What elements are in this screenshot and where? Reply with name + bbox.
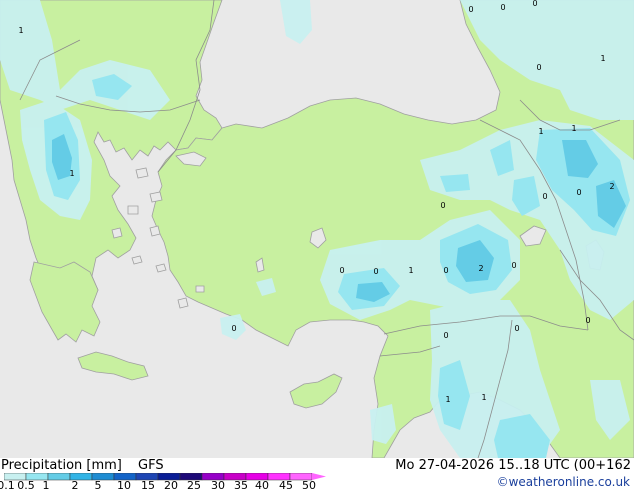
map-label: 0 <box>585 316 590 325</box>
map-label: 0 <box>373 267 378 276</box>
scale-tick-label: 40 <box>255 479 269 492</box>
scale-segment <box>47 473 71 481</box>
scale-tick-label: 0.1 <box>0 479 15 492</box>
valid-time: Mo 27-04-2026 15..18 UTC (00+162 <box>395 458 631 473</box>
map-label: 0 <box>532 0 537 8</box>
map-label: 0 <box>231 324 236 333</box>
scale-tick-label: 25 <box>187 479 201 492</box>
scale-tick-label: 2 <box>71 479 79 492</box>
map-label: 1 <box>445 395 450 404</box>
map-label: 2 <box>609 182 614 191</box>
credit-link[interactable]: ©weatheronline.co.uk <box>497 475 630 489</box>
map-label: 0 <box>339 266 344 275</box>
map-label: 1 <box>69 169 74 178</box>
scale-tick-label: 45 <box>279 479 293 492</box>
map-label: 1 <box>408 266 413 275</box>
scale-tick-label: 50 <box>302 479 316 492</box>
map-label: 1 <box>571 124 576 133</box>
map-label: 0 <box>440 201 445 210</box>
map-label: 0 <box>536 63 541 72</box>
map-label: 0 <box>576 188 581 197</box>
map-label: 0 <box>514 324 519 333</box>
map-label: 2 <box>478 264 483 273</box>
map-label: 0 <box>500 3 505 12</box>
scale-tick-label: 35 <box>234 479 248 492</box>
map-label: 1 <box>18 26 23 35</box>
footer-bar: Precipitation [mm] GFS Mo 27-04-2026 15.… <box>0 458 634 492</box>
map-label: 1 <box>481 393 486 402</box>
map-canvas: 1 1 0 0 0 1 0 1 1 0 2 0 0 0 1 0 2 0 0 0 … <box>0 0 634 459</box>
scale-tick-label: 0.5 <box>17 479 35 492</box>
precipitation-map: 1 1 0 0 0 1 0 1 1 0 2 0 0 0 1 0 2 0 0 0 … <box>0 0 634 459</box>
scale-tick-label: 10 <box>117 479 131 492</box>
color-scale-ticks: 0.1 0.5 1 2 5 10 15 20 25 30 35 40 45 50 <box>0 480 330 492</box>
scale-tick-label: 1 <box>42 479 50 492</box>
chart-title: Precipitation [mm] <box>1 458 122 473</box>
map-label: 1 <box>538 127 543 136</box>
map-label: 0 <box>511 261 516 270</box>
map-label: 0 <box>443 266 448 275</box>
map-label: 0 <box>542 192 547 201</box>
model-name: GFS <box>138 458 164 473</box>
scale-tick-label: 20 <box>164 479 178 492</box>
map-label: 0 <box>443 331 448 340</box>
scale-tick-label: 15 <box>141 479 155 492</box>
scale-tick-label: 5 <box>94 479 102 492</box>
map-label: 1 <box>600 54 605 63</box>
map-label: 0 <box>468 5 473 14</box>
scale-tick-label: 30 <box>211 479 225 492</box>
